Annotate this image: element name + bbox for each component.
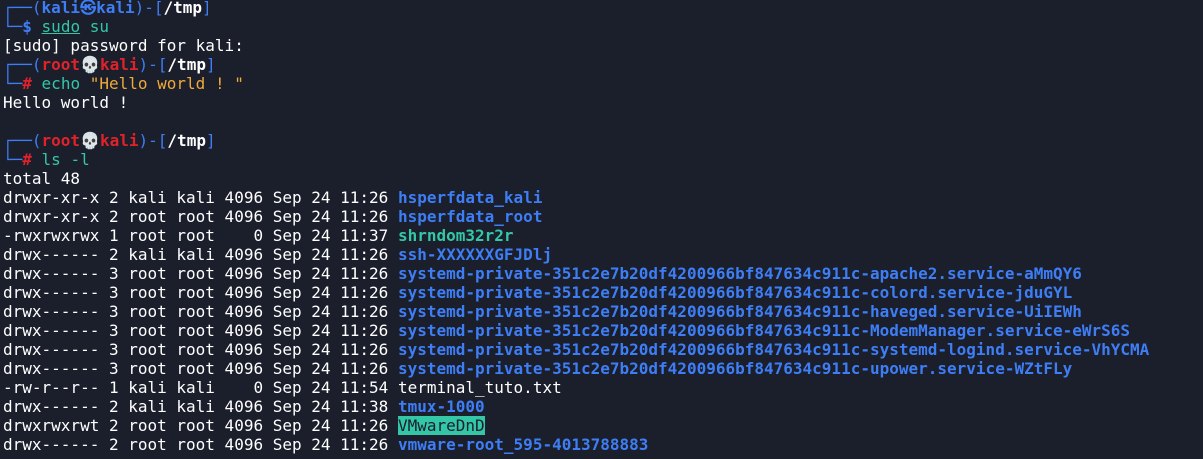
prompt-header-2: ┌──(root💀kali)-[/tmp] bbox=[3, 55, 1203, 74]
listing-name: systemd-private-351c2e7b20df4200966bf847… bbox=[397, 283, 1073, 302]
prompt-corner-bottom: └─ bbox=[3, 150, 23, 169]
terminal-window[interactable]: ┌──(kali㉿kali)-[/tmp] └─$ sudo su [sudo]… bbox=[3, 0, 1203, 459]
directory-listing: drwxr-xr-x 2 kali kali 4096 Sep 24 11:26… bbox=[3, 188, 1203, 454]
listing-row: drwx------ 3 root root 4096 Sep 24 11:26… bbox=[3, 264, 1203, 283]
listing-row: drwxr-xr-x 2 root root 4096 Sep 24 11:26… bbox=[3, 207, 1203, 226]
listing-name: ssh-XXXXXXGFJDlj bbox=[397, 245, 553, 264]
command-name: echo bbox=[41, 74, 81, 93]
listing-meta: drwxrwxrwt 2 root root 4096 Sep 24 11:26 bbox=[3, 416, 398, 435]
listing-name: systemd-private-351c2e7b20df4200966bf847… bbox=[397, 264, 1082, 283]
listing-meta: drwxr-xr-x 2 root root 4096 Sep 24 11:26 bbox=[3, 207, 398, 226]
prompt-corner-top: ┌──( bbox=[3, 0, 42, 17]
listing-name: vmware-root_595-4013788883 bbox=[397, 435, 649, 454]
prompt-command-1: └─$ sudo su bbox=[3, 17, 1203, 36]
prompt-command-3: └─# ls -l bbox=[3, 150, 1203, 169]
prompt-host: kali bbox=[96, 0, 135, 17]
prompt-corner-bottom: └─ bbox=[3, 74, 23, 93]
listing-name: shrndom32r2r bbox=[397, 226, 514, 245]
skull-icon: 💀 bbox=[80, 55, 100, 74]
listing-name: systemd-private-351c2e7b20df4200966bf847… bbox=[397, 340, 1150, 359]
listing-name: hsperfdata_root bbox=[397, 207, 543, 226]
listing-meta: drwx------ 3 root root 4096 Sep 24 11:26 bbox=[3, 340, 398, 359]
listing-meta: drwx------ 2 kali kali 4096 Sep 24 11:38 bbox=[3, 397, 398, 416]
listing-meta: -rw-r--r-- 1 kali kali 0 Sep 24 11:54 bbox=[3, 378, 398, 397]
prompt-close: ] bbox=[205, 131, 216, 150]
listing-row: drwx------ 2 root root 4096 Sep 24 11:26… bbox=[3, 435, 1203, 454]
prompt-host: kali bbox=[99, 131, 139, 150]
prompt-close: ] bbox=[205, 55, 216, 74]
prompt-sigil: # bbox=[22, 74, 32, 93]
listing-row: drwx------ 3 root root 4096 Sep 24 11:26… bbox=[3, 321, 1203, 340]
listing-row: drwx------ 3 root root 4096 Sep 24 11:26… bbox=[3, 340, 1203, 359]
listing-name: VMwareDnD bbox=[397, 416, 485, 435]
echo-output: Hello world ! bbox=[3, 93, 129, 112]
listing-meta: drwxr-xr-x 2 kali kali 4096 Sep 24 11:26 bbox=[3, 188, 398, 207]
prompt-corner-bottom: └─ bbox=[3, 17, 23, 36]
prompt-separator: )-[ bbox=[134, 0, 164, 17]
command-args: "Hello world ! " bbox=[89, 74, 244, 93]
listing-meta: drwx------ 3 root root 4096 Sep 24 11:26 bbox=[3, 283, 398, 302]
listing-row: drwx------ 3 root root 4096 Sep 24 11:26… bbox=[3, 302, 1203, 321]
prompt-user: kali bbox=[41, 0, 81, 17]
prompt-corner-top: ┌──( bbox=[3, 55, 42, 74]
listing-meta: drwx------ 3 root root 4096 Sep 24 11:26 bbox=[3, 302, 398, 321]
listing-name: terminal_tuto.txt bbox=[397, 378, 562, 397]
command-name: sudo bbox=[41, 17, 81, 36]
prompt-path: /tmp bbox=[167, 131, 206, 150]
listing-meta: drwx------ 2 root root 4096 Sep 24 11:26 bbox=[3, 435, 398, 454]
listing-row: drwxr-xr-x 2 kali kali 4096 Sep 24 11:26… bbox=[3, 188, 1203, 207]
command-name: ls bbox=[41, 150, 61, 169]
kali-symbol-icon: ㉿ bbox=[80, 0, 97, 17]
prompt-path: /tmp bbox=[163, 0, 203, 17]
listing-row: drwx------ 2 kali kali 4096 Sep 24 11:38… bbox=[3, 397, 1203, 416]
listing-name: systemd-private-351c2e7b20df4200966bf847… bbox=[397, 321, 1131, 340]
prompt-separator: )-[ bbox=[138, 55, 168, 74]
listing-meta: -rwxrwxrwx 1 root root 0 Sep 24 11:37 bbox=[3, 226, 398, 245]
listing-row: drwx------ 3 root root 4096 Sep 24 11:26… bbox=[3, 359, 1203, 378]
command-args: su bbox=[89, 17, 109, 36]
prompt-close: ] bbox=[202, 0, 212, 17]
prompt-header-1: ┌──(kali㉿kali)-[/tmp] bbox=[3, 0, 1203, 17]
listing-total: total 48 bbox=[3, 169, 81, 188]
listing-row: drwx------ 2 kali kali 4096 Sep 24 11:26… bbox=[3, 245, 1203, 264]
listing-row: drwx------ 3 root root 4096 Sep 24 11:26… bbox=[3, 283, 1203, 302]
listing-meta: drwx------ 3 root root 4096 Sep 24 11:26 bbox=[3, 359, 398, 378]
skull-icon: 💀 bbox=[80, 131, 100, 150]
prompt-corner-top: ┌──( bbox=[3, 131, 42, 150]
listing-row: drwxrwxrwt 2 root root 4096 Sep 24 11:26… bbox=[3, 416, 1203, 435]
sudo-password-prompt: [sudo] password for kali: bbox=[3, 36, 244, 55]
prompt-host: kali bbox=[99, 55, 139, 74]
listing-name: systemd-private-351c2e7b20df4200966bf847… bbox=[397, 302, 1082, 321]
prompt-user: root bbox=[41, 131, 81, 150]
listing-row: -rwxrwxrwx 1 root root 0 Sep 24 11:37 sh… bbox=[3, 226, 1203, 245]
prompt-command-2: └─# echo "Hello world ! " bbox=[3, 74, 1203, 93]
prompt-sigil: # bbox=[22, 150, 32, 169]
listing-meta: drwx------ 3 root root 4096 Sep 24 11:26 bbox=[3, 264, 398, 283]
prompt-separator: )-[ bbox=[138, 131, 168, 150]
listing-row: -rw-r--r-- 1 kali kali 0 Sep 24 11:54 te… bbox=[3, 378, 1203, 397]
listing-name: systemd-private-351c2e7b20df4200966bf847… bbox=[397, 359, 1073, 378]
prompt-path: /tmp bbox=[167, 55, 206, 74]
prompt-sigil: $ bbox=[22, 17, 32, 36]
listing-name: tmux-1000 bbox=[397, 397, 485, 416]
listing-name: hsperfdata_kali bbox=[397, 188, 543, 207]
prompt-header-3: ┌──(root💀kali)-[/tmp] bbox=[3, 131, 1203, 150]
prompt-user: root bbox=[41, 55, 81, 74]
listing-meta: drwx------ 2 kali kali 4096 Sep 24 11:26 bbox=[3, 245, 398, 264]
command-args: -l bbox=[70, 150, 90, 169]
listing-meta: drwx------ 3 root root 4096 Sep 24 11:26 bbox=[3, 321, 398, 340]
